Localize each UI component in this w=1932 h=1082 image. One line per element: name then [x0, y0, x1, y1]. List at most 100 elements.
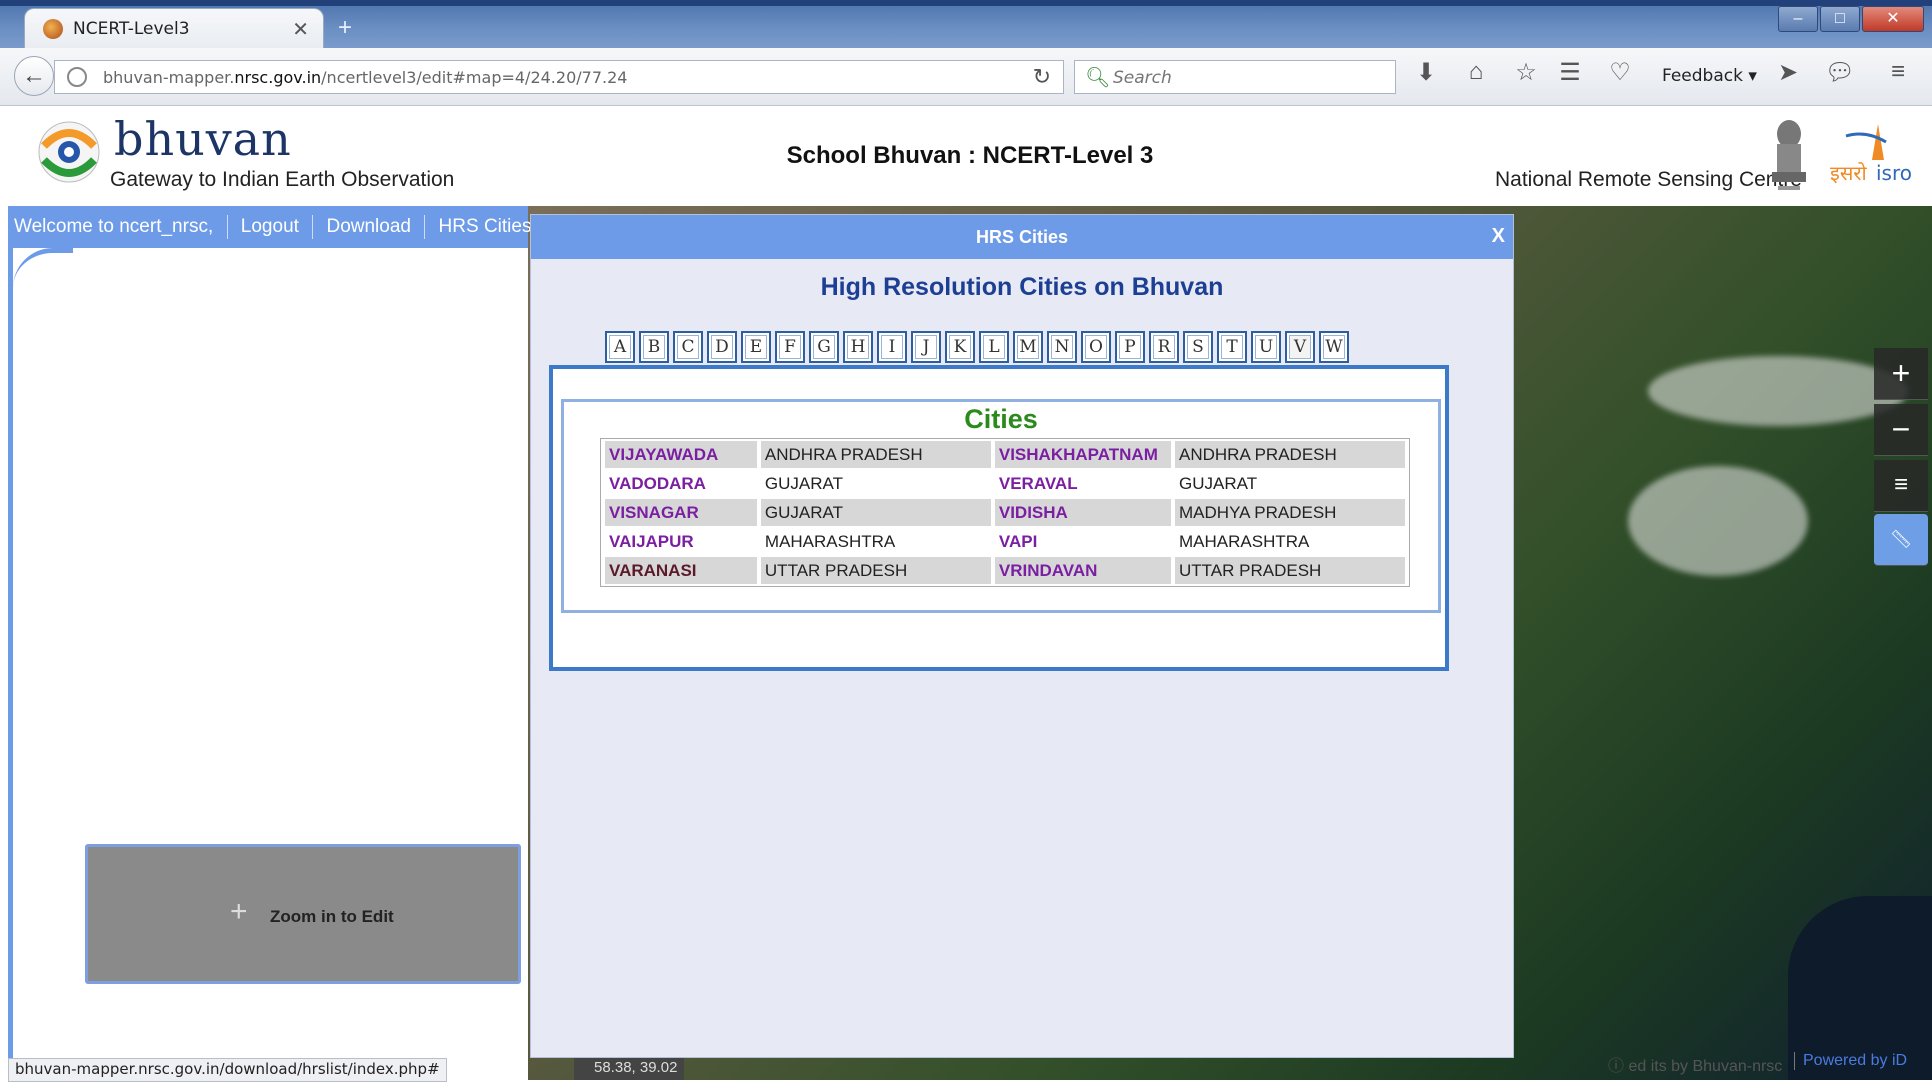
minimize-button[interactable]: – [1778, 6, 1818, 32]
search-bar[interactable]: 🔍︎ [1074, 60, 1396, 94]
feedback-label: Feedback [1662, 66, 1743, 86]
city-link[interactable]: VISNAGAR [605, 499, 757, 526]
search-icon: 🔍︎ [1085, 67, 1111, 89]
letter-button[interactable]: S [1183, 331, 1213, 363]
hrs-cities-dialog: HRS Cities X High Resolution Cities on B… [530, 214, 1514, 1058]
new-tab-button[interactable]: + [338, 14, 352, 42]
letter-button[interactable]: F [775, 331, 805, 363]
state-cell: GUJARAT [760, 470, 991, 497]
letter-button[interactable]: T [1217, 331, 1247, 363]
zoom-out-icon[interactable]: − [1874, 404, 1928, 456]
hamburger-menu-icon[interactable]: ≡ [1880, 58, 1916, 86]
menu-divider [226, 215, 228, 239]
home-icon[interactable]: ⌂ [1458, 58, 1494, 86]
letter-button[interactable]: C [673, 331, 703, 363]
feedback-menu[interactable]: Feedback ▾ [1662, 66, 1757, 86]
city-link[interactable]: VAIJAPUR [605, 528, 757, 555]
browser-titlebar: NCERT-Level3 ✕ + – □ ✕ [0, 0, 1932, 48]
url-path: /ncertlevel3/edit#map=4/24.20/77.24 [321, 68, 628, 87]
send-icon[interactable]: ➤ [1770, 58, 1806, 87]
letter-button[interactable]: G [809, 331, 839, 363]
window-close-button[interactable]: ✕ [1862, 6, 1924, 32]
bookmarks-list-icon[interactable]: ☰ [1552, 58, 1588, 87]
city-link[interactable]: VIJAYAWADA [605, 441, 757, 468]
letter-button[interactable]: E [741, 331, 771, 363]
search-input[interactable] [1111, 65, 1385, 91]
left-panel: + Zoom in to Edit [8, 248, 528, 1060]
reload-icon[interactable]: ↻ [1033, 64, 1051, 90]
titlebar-band [0, 0, 1932, 6]
download-icon[interactable]: ⬇ [1408, 58, 1444, 87]
city-link[interactable]: VAPI [994, 528, 1172, 555]
logout-link[interactable]: Logout [241, 216, 299, 238]
zoom-in-to-edit-button[interactable]: + Zoom in to Edit [85, 844, 521, 984]
letter-button[interactable]: V [1285, 331, 1315, 363]
back-button[interactable]: ← [14, 56, 54, 96]
dialog-close-button[interactable]: X [1492, 225, 1505, 248]
state-cell: GUJARAT [1175, 470, 1405, 497]
letter-button[interactable]: M [1013, 331, 1043, 363]
letter-button[interactable]: O [1081, 331, 1111, 363]
cities-title: Cities [964, 404, 1038, 434]
zoom-to-edit-label: Zoom in to Edit [270, 907, 394, 926]
cities-inner-box: Cities VIJAYAWADA ANDHRA PRADESH VISHAKHAP… [561, 399, 1441, 613]
menu-divider [424, 215, 426, 239]
letter-button[interactable]: U [1251, 331, 1281, 363]
maximize-button[interactable]: □ [1820, 6, 1860, 32]
letter-button[interactable]: A [605, 331, 635, 363]
hrs-cities-link[interactable]: HRS Cities [439, 216, 532, 238]
letter-button[interactable]: J [911, 331, 941, 363]
url-bar[interactable]: bhuvan-mapper.nrsc.gov.in/ncertlevel3/ed… [54, 60, 1064, 94]
letter-button[interactable]: B [639, 331, 669, 363]
letter-index: ABCDEFGHIJKLMNOPRSTUVW [605, 331, 1353, 365]
layers-icon[interactable]: ≡ [1874, 460, 1928, 512]
table-row: VISNAGAR GUJARAT VIDISHA MADHYA PRADESH [605, 499, 1405, 526]
url-text[interactable]: bhuvan-mapper.nrsc.gov.in/ncertlevel3/ed… [103, 68, 627, 87]
letter-button[interactable]: R [1149, 331, 1179, 363]
download-link[interactable]: Download [326, 216, 411, 238]
pocket-icon[interactable]: ♡ [1602, 58, 1638, 87]
url-domain-prefix: bhuvan-mapper. [103, 68, 235, 87]
city-link[interactable]: VISHAKHAPATNAM [994, 441, 1172, 468]
svg-text:isro: isro [1876, 161, 1912, 185]
page-title: School Bhuvan : NCERT-Level 3 [786, 142, 1154, 169]
letter-button[interactable]: I [877, 331, 907, 363]
city-link[interactable]: VRINDAVAN [994, 557, 1172, 584]
city-link[interactable]: VIDISHA [994, 499, 1172, 526]
powered-by-link[interactable]: Powered by iD [1794, 1052, 1907, 1070]
welcome-text: Welcome to ncert_nrsc, [14, 216, 214, 238]
back-arrow-icon: ← [22, 62, 46, 89]
state-cell: MADHYA PRADESH [1175, 499, 1405, 526]
dialog-header: HRS Cities X [531, 215, 1513, 259]
letter-button[interactable]: H [843, 331, 873, 363]
isro-logo-icon: इसरो isro [1830, 124, 1912, 185]
dialog-heading: High Resolution Cities on Bhuvan [820, 273, 1224, 301]
chat-icon[interactable]: 💬︎ [1822, 58, 1858, 87]
map-credits: ⓘ ed its by Bhuvan-nrsc [1608, 1058, 1783, 1075]
letter-button[interactable]: L [979, 331, 1009, 363]
cities-outer-box: Cities VIJAYAWADA ANDHRA PRADESH VISHAKHAP… [549, 365, 1449, 671]
city-link[interactable]: VADODARA [605, 470, 757, 497]
panel-corner [13, 248, 73, 313]
letter-button[interactable]: D [707, 331, 737, 363]
browser-tab[interactable]: NCERT-Level3 ✕ [24, 8, 324, 48]
status-bar-url: bhuvan-mapper.nrsc.gov.in/download/hrsli… [8, 1058, 447, 1082]
table-row: VARANASI UTTAR PRADESH VRINDAVAN UTTAR PRAD… [605, 557, 1405, 584]
bookmark-star-icon[interactable]: ☆ [1508, 58, 1544, 87]
menu-divider [312, 215, 314, 239]
letter-button[interactable]: W [1319, 331, 1349, 363]
letter-button[interactable]: K [945, 331, 975, 363]
globe-icon [67, 67, 87, 87]
zoom-in-icon[interactable]: + [1874, 348, 1928, 400]
snow-region [1628, 466, 1808, 576]
site-header: bhuvan Gateway to Indian Earth Observati… [8, 106, 1932, 206]
org-name: National Remote Sensing Centre [1494, 168, 1802, 191]
measure-icon[interactable]: 📏︎ [1874, 514, 1928, 566]
city-link[interactable]: VARANASI [605, 557, 757, 584]
table-row: VAIJAPUR MAHARASHTRA VAPI MAHARASHTRA [605, 528, 1405, 555]
tab-close-icon[interactable]: ✕ [292, 17, 309, 42]
letter-button[interactable]: N [1047, 331, 1077, 363]
city-link[interactable]: VERAVAL [994, 470, 1172, 497]
map-credits-text: ed its by Bhuvan-nrsc [1628, 1058, 1783, 1075]
letter-button[interactable]: P [1115, 331, 1145, 363]
